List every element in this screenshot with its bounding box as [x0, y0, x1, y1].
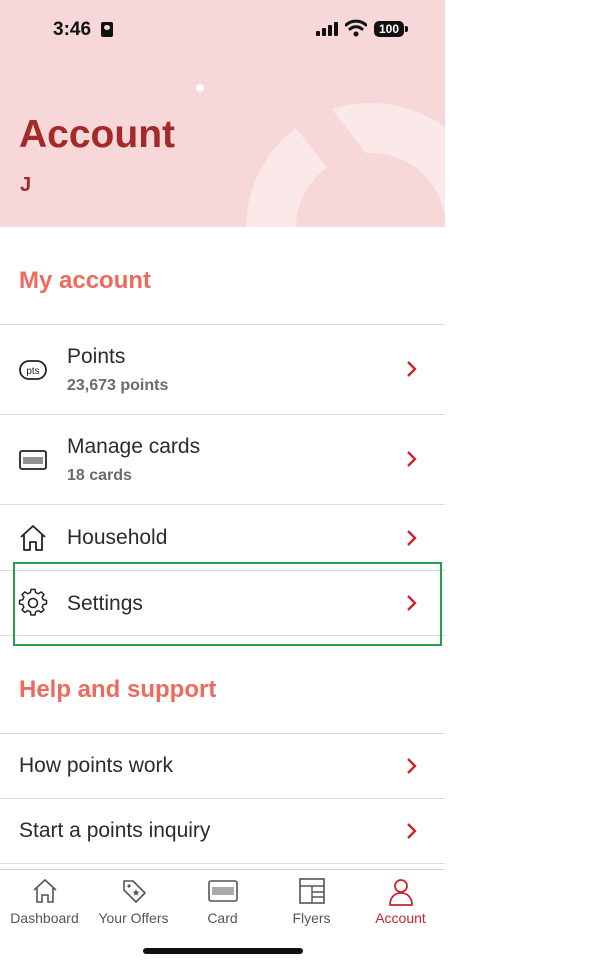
card-icon	[19, 450, 47, 470]
section-heading-help: Help and support	[19, 676, 217, 703]
tag-icon	[123, 880, 146, 903]
house-icon	[20, 525, 46, 551]
menu-item-points[interactable]: pts Points 23,673 points	[0, 325, 445, 414]
chevron-right-icon	[407, 823, 417, 839]
chevron-right-icon	[407, 451, 417, 467]
menu-item-how-points-work[interactable]: How points work	[0, 734, 445, 798]
svg-text:pts: pts	[26, 366, 39, 377]
menu-item-label: How points work	[19, 754, 174, 777]
card-icon	[208, 880, 238, 902]
home-indicator[interactable]	[143, 948, 303, 954]
tab-your-offers[interactable]: Your Offers	[89, 870, 178, 940]
id-badge-icon	[101, 22, 113, 37]
tab-label: Dashboard	[10, 910, 79, 926]
tab-flyers[interactable]: Flyers	[267, 870, 356, 940]
wifi-icon	[345, 19, 367, 37]
divider	[0, 863, 445, 864]
menu-item-household[interactable]: Household	[0, 505, 445, 569]
menu-item-points-inquiry[interactable]: Start a points inquiry	[0, 799, 445, 863]
page-title: Account	[19, 113, 175, 156]
flyer-icon	[299, 878, 325, 904]
account-screen: 3:46 100 Account J My account pts Points…	[0, 0, 445, 964]
selection-highlight	[13, 562, 442, 646]
signal-icon	[316, 22, 340, 36]
account-header: 3:46 100 Account J	[0, 0, 445, 227]
tab-account[interactable]: Account	[356, 870, 445, 940]
menu-item-label: Start a points inquiry	[19, 819, 211, 842]
house-icon	[33, 878, 57, 903]
menu-item-subtitle: 18 cards	[67, 467, 132, 484]
battery-icon: 100	[374, 21, 408, 37]
chevron-right-icon	[407, 758, 417, 774]
tab-card[interactable]: Card	[178, 870, 267, 940]
person-icon	[389, 879, 413, 906]
tab-label: Flyers	[292, 910, 331, 926]
tab-label: Account	[375, 910, 426, 926]
menu-item-manage-cards[interactable]: Manage cards 18 cards	[0, 415, 445, 504]
status-time: 3:46	[53, 19, 92, 40]
menu-item-label: Household	[67, 526, 168, 549]
tab-dashboard[interactable]: Dashboard	[0, 870, 89, 940]
tab-label: Your Offers	[98, 910, 169, 926]
menu-item-subtitle: 23,673 points	[67, 377, 169, 394]
chevron-right-icon	[407, 361, 417, 377]
user-initial: J	[20, 174, 32, 196]
points-icon: pts	[19, 360, 47, 380]
chevron-right-icon	[407, 530, 417, 546]
menu-item-label: Points	[67, 345, 126, 368]
menu-item-label: Manage cards	[67, 435, 201, 458]
tab-label: Card	[207, 910, 238, 926]
section-heading-my-account: My account	[19, 267, 152, 294]
decorative-dot	[196, 84, 204, 92]
